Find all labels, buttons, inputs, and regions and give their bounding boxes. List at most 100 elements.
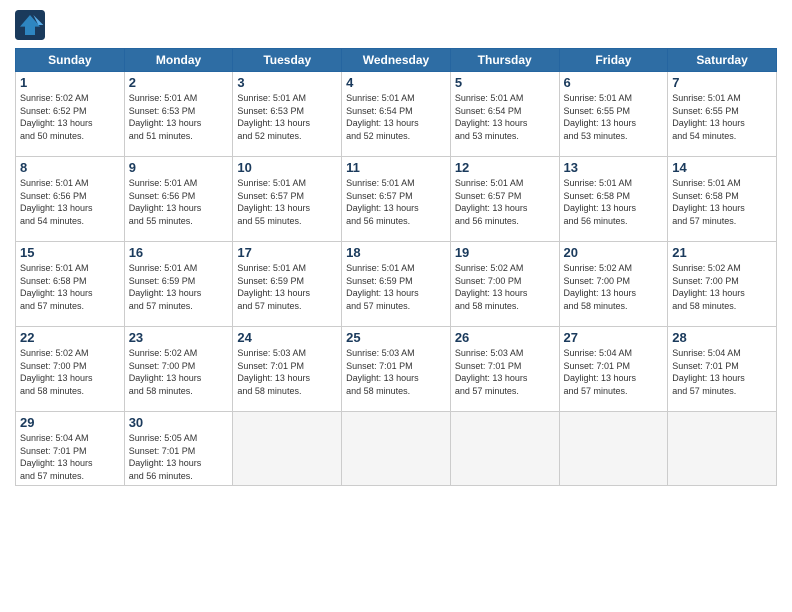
- table-cell: 7 Sunrise: 5:01 AM Sunset: 6:55 PM Daylig…: [668, 72, 777, 157]
- day-number: 19: [455, 245, 555, 260]
- day-info: Sunrise: 5:02 AM Sunset: 7:00 PM Dayligh…: [672, 262, 772, 312]
- day-info: Sunrise: 5:01 AM Sunset: 6:56 PM Dayligh…: [20, 177, 120, 227]
- logo-icon: [15, 10, 45, 40]
- day-info: Sunrise: 5:02 AM Sunset: 6:52 PM Dayligh…: [20, 92, 120, 142]
- day-info: Sunrise: 5:04 AM Sunset: 7:01 PM Dayligh…: [564, 347, 664, 397]
- table-cell: 27 Sunrise: 5:04 AM Sunset: 7:01 PM Dayli…: [559, 327, 668, 412]
- table-cell: 3 Sunrise: 5:01 AM Sunset: 6:53 PM Daylig…: [233, 72, 342, 157]
- table-cell: 25 Sunrise: 5:03 AM Sunset: 7:01 PM Dayli…: [342, 327, 451, 412]
- col-tuesday: Tuesday: [233, 49, 342, 72]
- day-number: 12: [455, 160, 555, 175]
- day-number: 2: [129, 75, 229, 90]
- day-number: 29: [20, 415, 120, 430]
- logo: [15, 10, 49, 40]
- table-cell: 14 Sunrise: 5:01 AM Sunset: 6:58 PM Dayli…: [668, 157, 777, 242]
- day-info: Sunrise: 5:02 AM Sunset: 7:00 PM Dayligh…: [564, 262, 664, 312]
- table-cell: [450, 412, 559, 486]
- table-cell: 13 Sunrise: 5:01 AM Sunset: 6:58 PM Dayli…: [559, 157, 668, 242]
- day-number: 22: [20, 330, 120, 345]
- day-info: Sunrise: 5:01 AM Sunset: 6:57 PM Dayligh…: [455, 177, 555, 227]
- table-cell: 28 Sunrise: 5:04 AM Sunset: 7:01 PM Dayli…: [668, 327, 777, 412]
- day-number: 10: [237, 160, 337, 175]
- table-cell: 1 Sunrise: 5:02 AM Sunset: 6:52 PM Daylig…: [16, 72, 125, 157]
- table-cell: 9 Sunrise: 5:01 AM Sunset: 6:56 PM Daylig…: [124, 157, 233, 242]
- day-number: 13: [564, 160, 664, 175]
- col-monday: Monday: [124, 49, 233, 72]
- table-cell: 8 Sunrise: 5:01 AM Sunset: 6:56 PM Daylig…: [16, 157, 125, 242]
- day-info: Sunrise: 5:01 AM Sunset: 6:59 PM Dayligh…: [129, 262, 229, 312]
- table-cell: 24Sunrise: 5:03 AM Sunset: 7:01 PM Dayli…: [233, 327, 342, 412]
- table-cell: 15 Sunrise: 5:01 AM Sunset: 6:58 PM Dayli…: [16, 242, 125, 327]
- day-number: 15: [20, 245, 120, 260]
- day-number: 7: [672, 75, 772, 90]
- day-number: 18: [346, 245, 446, 260]
- day-number: 30: [129, 415, 229, 430]
- table-cell: 16 Sunrise: 5:01 AM Sunset: 6:59 PM Dayli…: [124, 242, 233, 327]
- day-info: Sunrise: 5:03 AM Sunset: 7:01 PM Dayligh…: [237, 347, 337, 397]
- day-info: Sunrise: 5:01 AM Sunset: 6:55 PM Dayligh…: [672, 92, 772, 142]
- day-number: 28: [672, 330, 772, 345]
- day-number: 26: [455, 330, 555, 345]
- table-cell: 10 Sunrise: 5:01 AM Sunset: 6:57 PM Dayli…: [233, 157, 342, 242]
- day-number: 27: [564, 330, 664, 345]
- table-cell: 17Sunrise: 5:01 AM Sunset: 6:59 PM Dayli…: [233, 242, 342, 327]
- table-cell: 26 Sunrise: 5:03 AM Sunset: 7:01 PM Dayli…: [450, 327, 559, 412]
- day-number: 20: [564, 245, 664, 260]
- day-number: 4: [346, 75, 446, 90]
- day-number: 3: [237, 75, 337, 90]
- day-number: 5: [455, 75, 555, 90]
- col-thursday: Thursday: [450, 49, 559, 72]
- day-info: Sunrise: 5:01 AM Sunset: 6:54 PM Dayligh…: [346, 92, 446, 142]
- col-friday: Friday: [559, 49, 668, 72]
- day-info: Sunrise: 5:01 AM Sunset: 6:53 PM Dayligh…: [237, 92, 337, 142]
- day-number: 23: [129, 330, 229, 345]
- table-cell: 19 Sunrise: 5:02 AM Sunset: 7:00 PM Dayli…: [450, 242, 559, 327]
- day-info: Sunrise: 5:05 AM Sunset: 7:01 PM Dayligh…: [129, 432, 229, 482]
- table-cell: 20 Sunrise: 5:02 AM Sunset: 7:00 PM Dayli…: [559, 242, 668, 327]
- day-info: Sunrise: 5:01 AM Sunset: 6:58 PM Dayligh…: [564, 177, 664, 227]
- day-info: Sunrise: 5:01 AM Sunset: 6:54 PM Dayligh…: [455, 92, 555, 142]
- day-number: 8: [20, 160, 120, 175]
- day-number: 25: [346, 330, 446, 345]
- table-cell: [233, 412, 342, 486]
- day-number: 1: [20, 75, 120, 90]
- table-cell: 6 Sunrise: 5:01 AM Sunset: 6:55 PM Daylig…: [559, 72, 668, 157]
- day-info: Sunrise: 5:01 AM Sunset: 6:58 PM Dayligh…: [20, 262, 120, 312]
- table-cell: [668, 412, 777, 486]
- day-number: 11: [346, 160, 446, 175]
- day-number: 6: [564, 75, 664, 90]
- day-info: Sunrise: 5:02 AM Sunset: 7:00 PM Dayligh…: [20, 347, 120, 397]
- day-info: Sunrise: 5:01 AM Sunset: 6:58 PM Dayligh…: [672, 177, 772, 227]
- day-info: Sunrise: 5:01 AM Sunset: 6:56 PM Dayligh…: [129, 177, 229, 227]
- day-info: Sunrise: 5:02 AM Sunset: 7:00 PM Dayligh…: [455, 262, 555, 312]
- calendar-header-row: Sunday Monday Tuesday Wednesday Thursday…: [16, 49, 777, 72]
- day-number: 17: [237, 245, 337, 260]
- table-cell: 11 Sunrise: 5:01 AM Sunset: 6:57 PM Dayli…: [342, 157, 451, 242]
- day-info: Sunrise: 5:01 AM Sunset: 6:57 PM Dayligh…: [346, 177, 446, 227]
- day-number: 9: [129, 160, 229, 175]
- table-cell: 22 Sunrise: 5:02 AM Sunset: 7:00 PM Dayli…: [16, 327, 125, 412]
- day-info: Sunrise: 5:01 AM Sunset: 6:57 PM Dayligh…: [237, 177, 337, 227]
- day-info: Sunrise: 5:04 AM Sunset: 7:01 PM Dayligh…: [672, 347, 772, 397]
- table-cell: 5 Sunrise: 5:01 AM Sunset: 6:54 PM Daylig…: [450, 72, 559, 157]
- day-number: 14: [672, 160, 772, 175]
- day-info: Sunrise: 5:01 AM Sunset: 6:53 PM Dayligh…: [129, 92, 229, 142]
- day-info: Sunrise: 5:01 AM Sunset: 6:55 PM Dayligh…: [564, 92, 664, 142]
- table-cell: 23 Sunrise: 5:02 AM Sunset: 7:00 PM Dayli…: [124, 327, 233, 412]
- col-saturday: Saturday: [668, 49, 777, 72]
- col-sunday: Sunday: [16, 49, 125, 72]
- table-cell: 29Sunrise: 5:04 AM Sunset: 7:01 PM Dayli…: [16, 412, 125, 486]
- day-number: 16: [129, 245, 229, 260]
- table-cell: 18Sunrise: 5:01 AM Sunset: 6:59 PM Dayli…: [342, 242, 451, 327]
- day-info: Sunrise: 5:02 AM Sunset: 7:00 PM Dayligh…: [129, 347, 229, 397]
- day-info: Sunrise: 5:03 AM Sunset: 7:01 PM Dayligh…: [346, 347, 446, 397]
- calendar-table: Sunday Monday Tuesday Wednesday Thursday…: [15, 48, 777, 486]
- header: [15, 10, 777, 40]
- day-info: Sunrise: 5:03 AM Sunset: 7:01 PM Dayligh…: [455, 347, 555, 397]
- table-cell: 21 Sunrise: 5:02 AM Sunset: 7:00 PM Dayli…: [668, 242, 777, 327]
- table-cell: 2 Sunrise: 5:01 AM Sunset: 6:53 PM Daylig…: [124, 72, 233, 157]
- table-cell: [559, 412, 668, 486]
- day-number: 21: [672, 245, 772, 260]
- col-wednesday: Wednesday: [342, 49, 451, 72]
- table-cell: 4 Sunrise: 5:01 AM Sunset: 6:54 PM Daylig…: [342, 72, 451, 157]
